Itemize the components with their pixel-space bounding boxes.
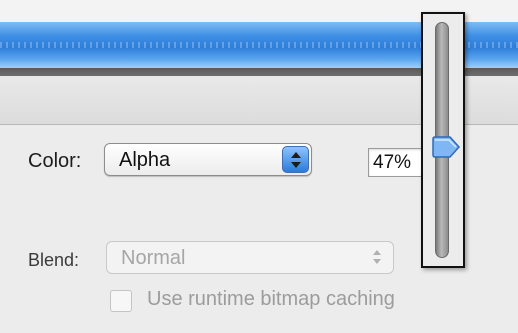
- color-label: Color:: [28, 150, 82, 172]
- alpha-slider-popup: [421, 12, 465, 268]
- up-down-arrows-icon: [364, 244, 391, 271]
- blend-mode-value: Normal: [121, 247, 186, 269]
- blend-label: Blend:: [28, 250, 80, 270]
- blend-mode-popup[interactable]: Normal: [106, 241, 394, 274]
- bitmap-caching-checkbox[interactable]: [110, 290, 132, 312]
- up-down-arrows-icon: [282, 146, 309, 173]
- color-effect-popup[interactable]: Alpha: [104, 143, 312, 176]
- alpha-slider-thumb[interactable]: [431, 136, 461, 158]
- color-effect-value: Alpha: [119, 149, 171, 171]
- bitmap-caching-label: Use runtime bitmap caching: [147, 288, 395, 310]
